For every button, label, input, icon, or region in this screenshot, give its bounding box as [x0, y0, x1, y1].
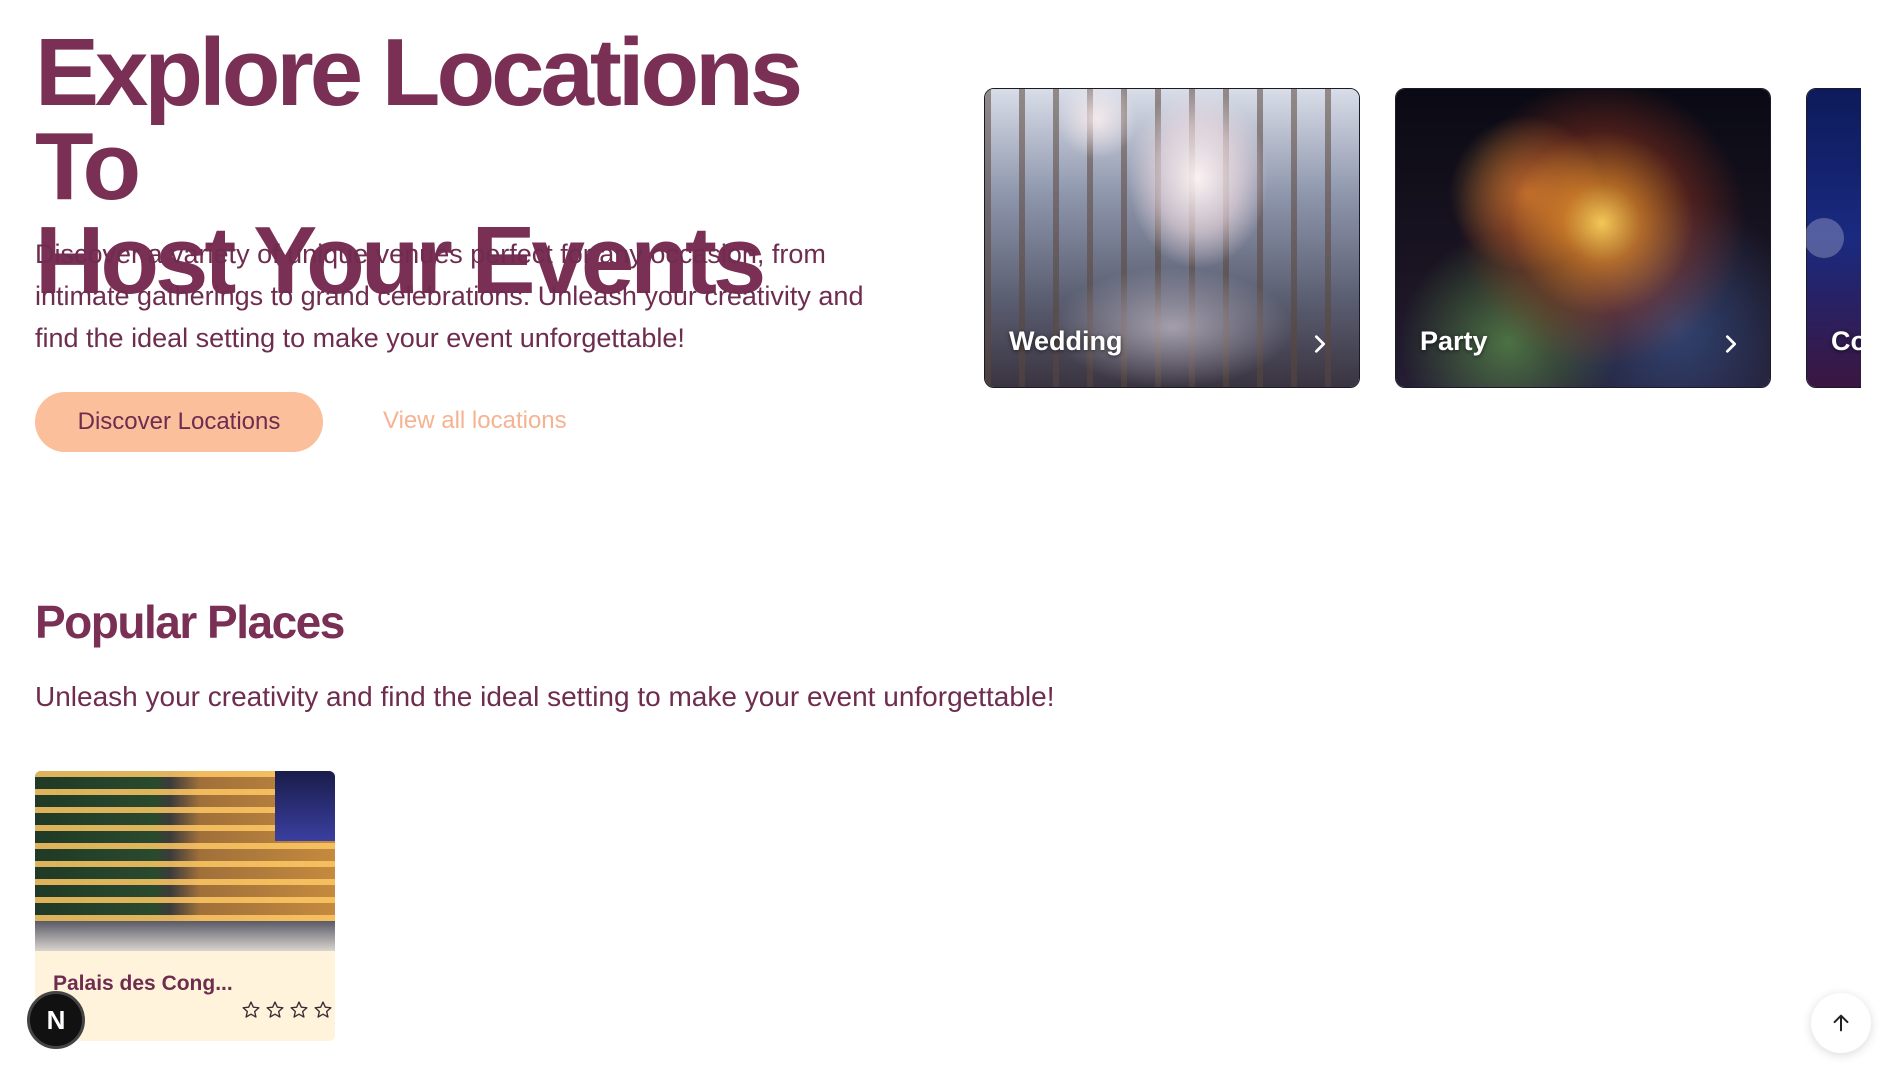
place-name: Palais des Cong... [53, 972, 233, 995]
star-icon[interactable] [265, 1000, 285, 1020]
carousel-next-button[interactable] [1804, 218, 1844, 258]
discover-locations-button[interactable]: Discover Locations [35, 392, 323, 452]
scroll-to-top-button[interactable] [1811, 993, 1871, 1053]
hero-title-line-1: Explore Locations To [35, 19, 803, 220]
place-card[interactable]: Palais des Cong... er [35, 771, 335, 1041]
place-photo-sky [275, 771, 335, 841]
category-label-wedding: Wedding [1009, 326, 1123, 356]
category-label-partial: Co [1831, 326, 1861, 356]
n-logo-badge[interactable]: N [27, 991, 85, 1049]
category-card-party[interactable]: Party [1395, 88, 1771, 388]
place-photo-ground [35, 921, 335, 951]
star-icon[interactable] [313, 1000, 333, 1020]
star-icon[interactable] [241, 1000, 261, 1020]
category-label-party: Party [1420, 326, 1488, 356]
star-rating [241, 1000, 333, 1020]
star-icon[interactable] [289, 1000, 309, 1020]
chevron-right-icon [1725, 335, 1737, 353]
arrow-up-icon [1833, 1014, 1849, 1032]
category-card-wedding[interactable]: Wedding [984, 88, 1360, 388]
popular-places-description: Unleash your creativity and find the ide… [35, 681, 1055, 712]
category-carousel: Wedding Party Co [984, 88, 1861, 390]
popular-places-title: Popular Places [35, 596, 345, 648]
hero-description: Discover a variety of unique venues perf… [35, 239, 864, 353]
view-all-locations-link[interactable]: View all locations [383, 407, 567, 435]
chevron-right-icon [1314, 335, 1326, 353]
place-photo [35, 771, 335, 951]
